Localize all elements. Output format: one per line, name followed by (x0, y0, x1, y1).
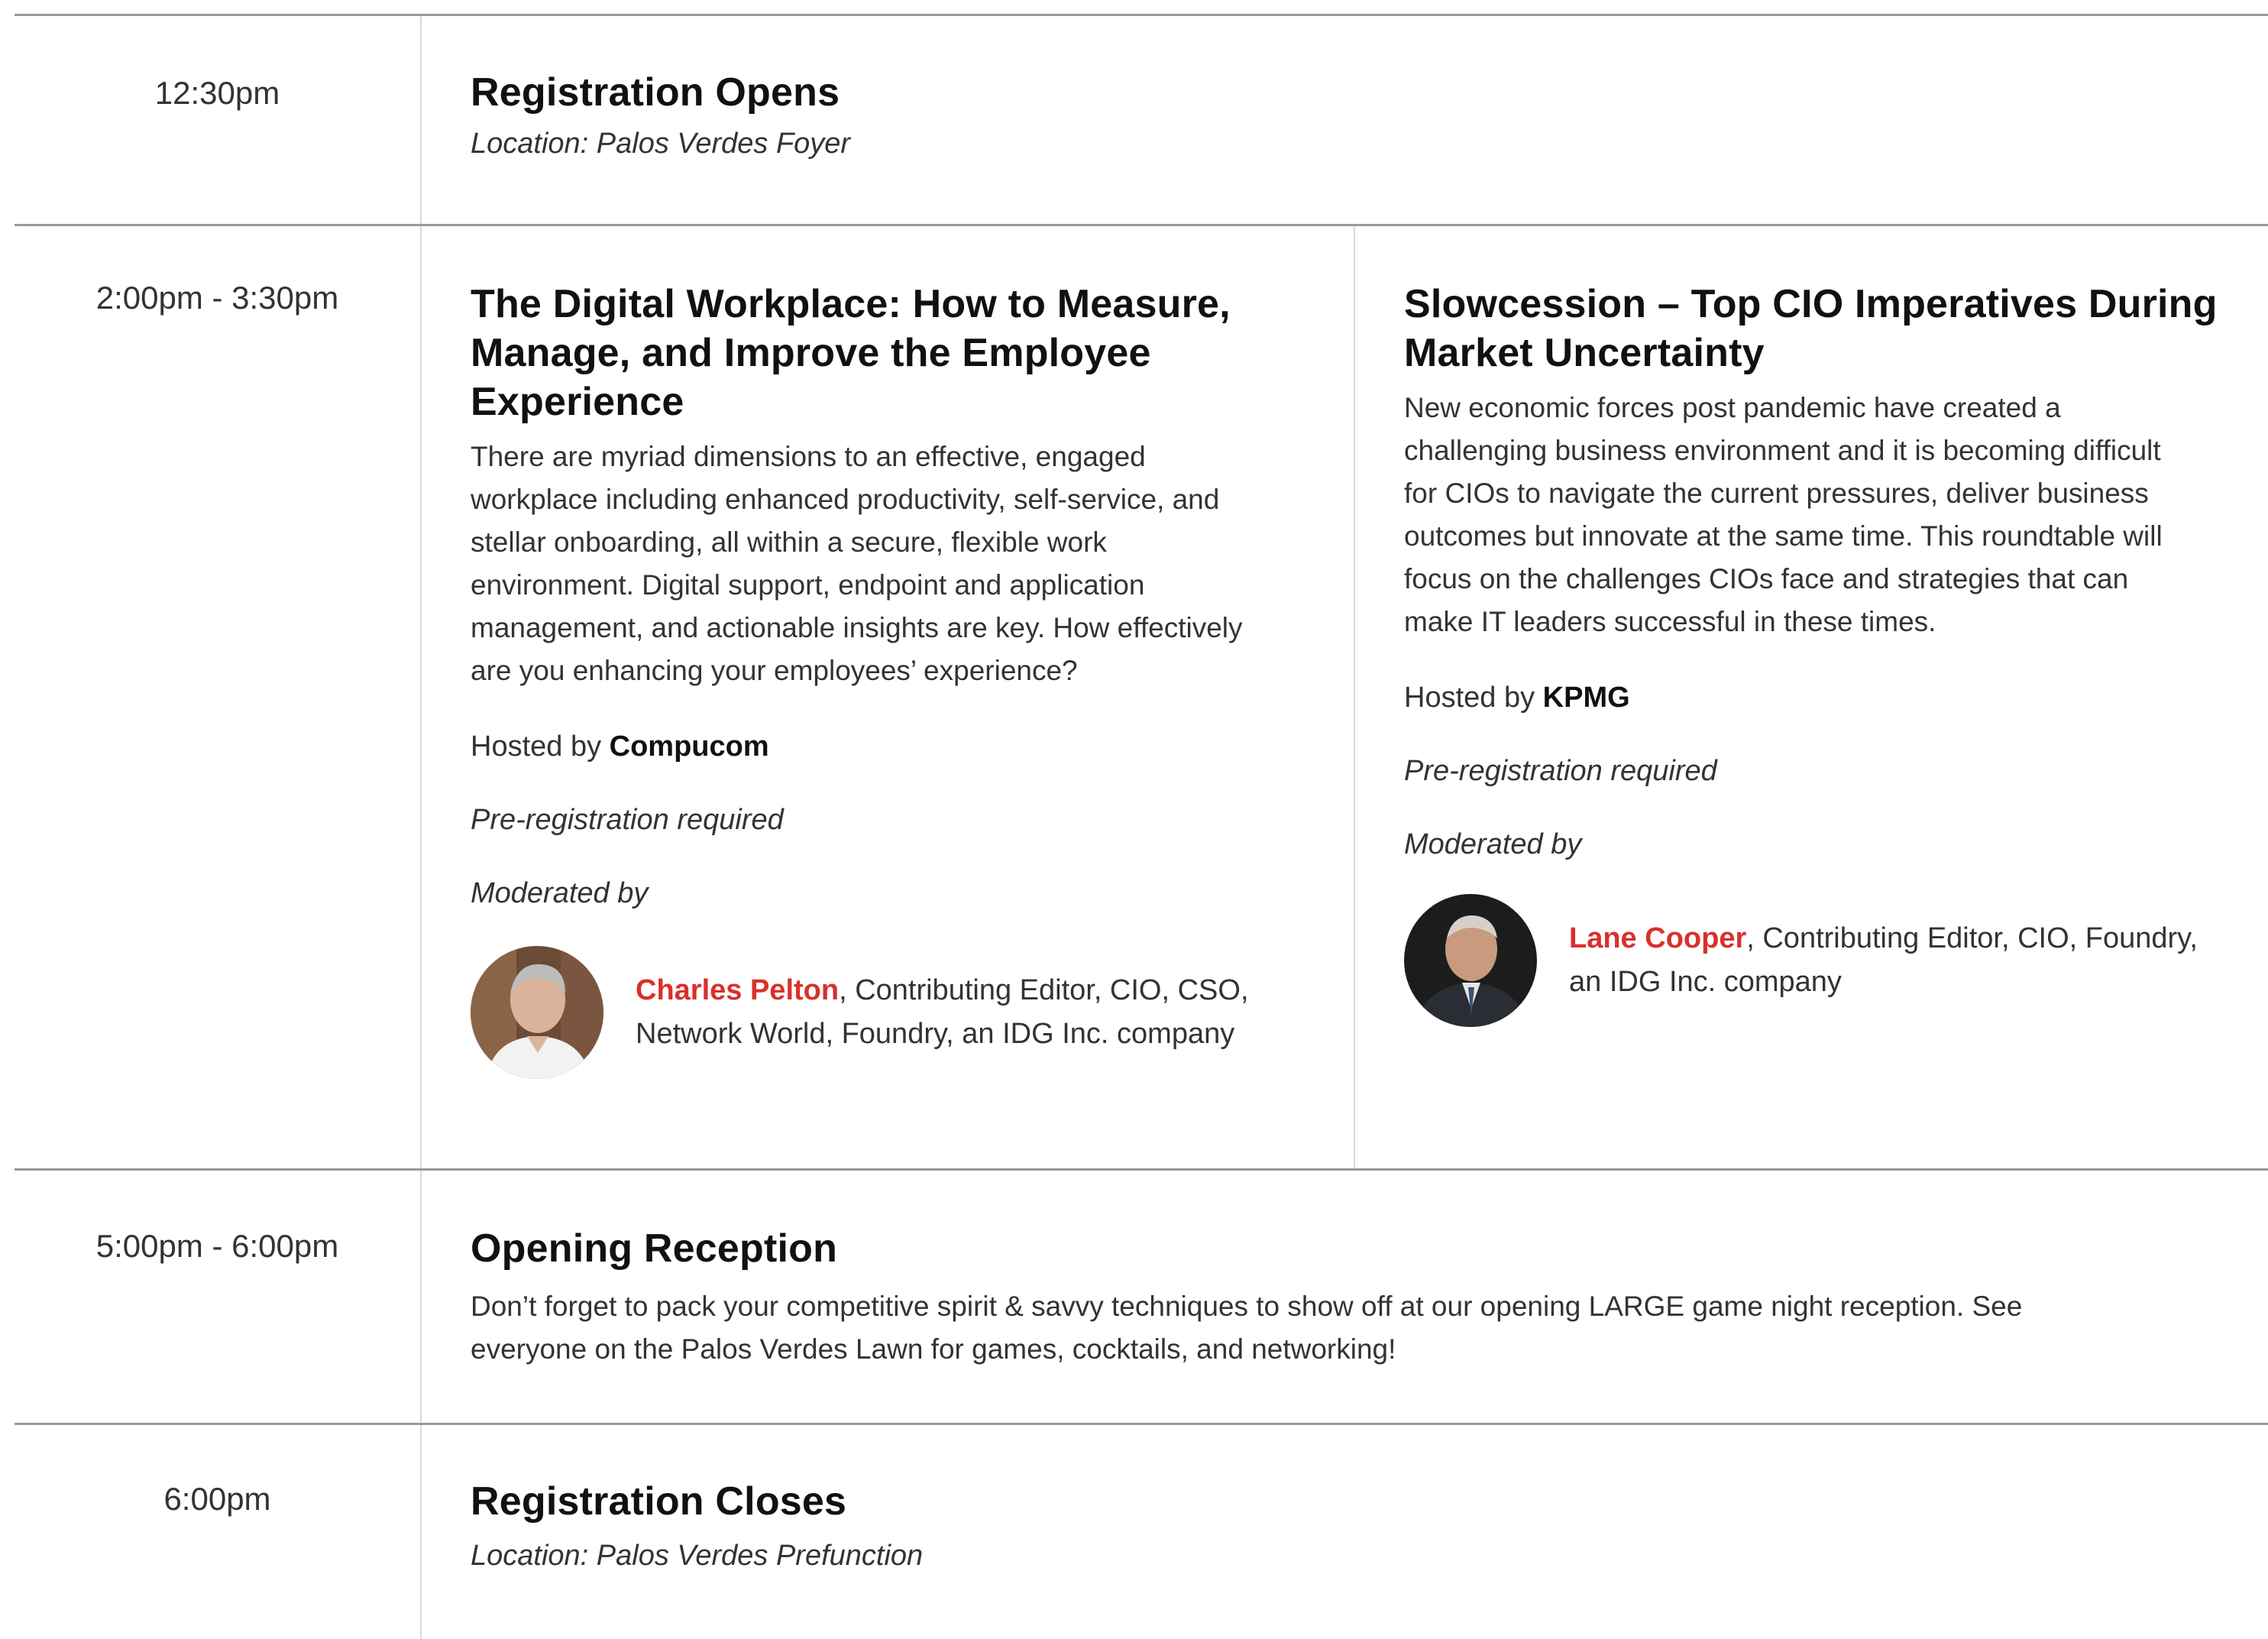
session-time: 2:00pm - 3:30pm (95, 280, 339, 316)
host-name: Compucom (609, 730, 769, 763)
moderator-name-link[interactable]: Lane Cooper (1569, 922, 1746, 954)
session-content: Registration Closes Location: Palos Verd… (422, 1425, 2268, 1639)
agenda-row: 12:30pm Registration Opens Location: Pal… (15, 14, 2268, 224)
avatar (1404, 894, 1537, 1027)
session: The Digital Workplace: How to Measure, M… (422, 226, 1355, 1168)
moderator-name-link[interactable]: Charles Pelton (636, 974, 839, 1006)
session-title: Opening Reception (471, 1226, 838, 1271)
moderator-info: Lane Cooper, Contributing Editor, CIO, F… (1569, 922, 2198, 998)
moderated-by-label: Moderated by (471, 877, 649, 909)
session: Registration Opens Location: Palos Verde… (422, 16, 850, 224)
host-name: KPMG (1542, 682, 1630, 714)
moderator: Charles Pelton, Contributing Editor, CIO… (471, 946, 1354, 1079)
session-content: Opening Reception Don’t forget to pack y… (422, 1171, 2268, 1423)
session-description: There are myriad dimensions to an effect… (471, 441, 1243, 686)
session-content: Registration Opens Location: Palos Verde… (422, 16, 2268, 224)
time-cell: 5:00pm - 6:00pm (15, 1171, 422, 1423)
avatar (471, 946, 603, 1079)
session-time: 6:00pm (163, 1481, 271, 1517)
session: Registration Closes Location: Palos Verd… (422, 1425, 923, 1639)
session-time: 12:30pm (154, 75, 280, 111)
moderator-photo (471, 946, 603, 1079)
session-content: The Digital Workplace: How to Measure, M… (422, 226, 2268, 1168)
agenda-row: 2:00pm - 3:30pm The Digital Workplace: H… (15, 224, 2268, 1168)
moderated-by-label: Moderated by (1404, 828, 1582, 860)
time-cell: 2:00pm - 3:30pm (15, 226, 422, 1168)
agenda-row: 6:00pm Registration Closes Location: Pal… (15, 1423, 2268, 1639)
session: Opening Reception Don’t forget to pack y… (422, 1171, 2022, 1423)
moderator-photo (1404, 894, 1537, 1027)
moderator-info: Charles Pelton, Contributing Editor, CIO… (636, 974, 1249, 1050)
session: Slowcession – Top CIO Imperatives During… (1355, 226, 2268, 1168)
session-time: 5:00pm - 6:00pm (95, 1228, 339, 1264)
session-description: Don’t forget to pack your competitive sp… (471, 1291, 2023, 1365)
session-title: Registration Closes (471, 1479, 847, 1524)
preregistration-note: Pre-registration required (1404, 755, 1717, 787)
hosted-by: Hosted by KPMG (1404, 682, 1630, 714)
time-cell: 6:00pm (15, 1425, 422, 1639)
agenda-table: 12:30pm Registration Opens Location: Pal… (15, 14, 2268, 1639)
session-title: The Digital Workplace: How to Measure, M… (471, 282, 1231, 424)
time-cell: 12:30pm (15, 16, 422, 224)
hosted-by: Hosted by Compucom (471, 730, 769, 763)
preregistration-note: Pre-registration required (471, 804, 784, 836)
session-title: Slowcession – Top CIO Imperatives During… (1404, 282, 2218, 375)
session-description: New economic forces post pandemic have c… (1404, 392, 2163, 637)
session-title: Registration Opens (471, 70, 840, 115)
moderator: Lane Cooper, Contributing Editor, CIO, F… (1404, 894, 2237, 1027)
agenda-row: 5:00pm - 6:00pm Opening Reception Don’t … (15, 1168, 2268, 1423)
session-location: Location: Palos Verdes Prefunction (471, 1540, 924, 1572)
session-location: Location: Palos Verdes Foyer (471, 128, 851, 160)
